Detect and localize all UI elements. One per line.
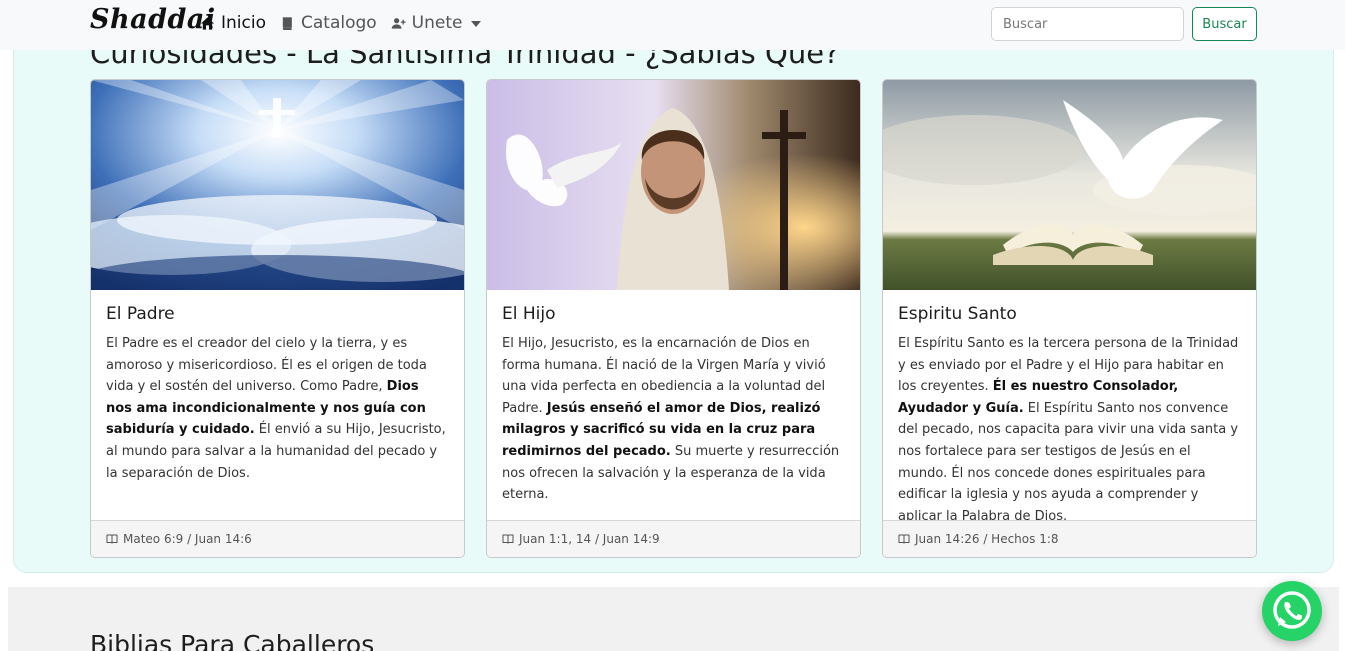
bible-reference: Mateo 6:9 / Juan 14:6 [123,532,252,546]
bibles-section-title: Biblias Para Caballeros [90,630,375,651]
card-body: El Hijo El Hijo, Jesucristo, es la encar… [502,304,845,506]
bible-reference: Juan 1:1, 14 / Juan 14:9 [519,532,660,546]
open-book-icon [106,534,118,544]
book-icon [282,16,292,30]
nav-link-label: Unete [411,13,463,33]
card-text: El Hijo, Jesucristo, es la encarnación d… [502,336,840,503]
open-book-icon [502,534,514,544]
whatsapp-icon [1273,591,1311,629]
card-espiritu-santo: Espiritu Santo El Espíritu Santo es la t… [882,79,1257,558]
user-plus-icon [391,17,406,29]
search-button[interactable]: Buscar [1192,7,1257,41]
open-book-icon [898,534,910,544]
chevron-down-icon [471,21,482,27]
heaven-clouds-image [91,80,464,290]
dove-open-bible-image [883,80,1256,290]
card-title: Espiritu Santo [898,304,1017,324]
search-input[interactable] [991,7,1184,41]
nav-link-label: Inicio [221,13,266,33]
card-text: El Padre es el creador del cielo y la ti… [106,336,446,481]
card-title: El Padre [106,304,175,324]
card-text: El Espíritu Santo es la tercera persona … [898,336,1239,524]
card-footer: Mateo 6:9 / Juan 14:6 [91,520,464,557]
brand-logo[interactable]: Shaddai [90,4,216,35]
navbar: Shaddai Inicio Catalogo Unete Buscar [0,0,1345,50]
jesus-dove-cross-image [487,80,860,290]
card-title: El Hijo [502,304,556,324]
card-body: Espiritu Santo El Espíritu Santo es la t… [898,304,1241,527]
nav-link-unete[interactable]: Unete [391,13,482,33]
card-el-hijo: El Hijo El Hijo, Jesucristo, es la encar… [486,79,861,558]
card-el-padre: El Padre El Padre es el creador del ciel… [90,79,465,558]
whatsapp-button[interactable] [1262,581,1322,641]
home-icon [200,16,215,30]
nav-link-catalogo[interactable]: Catalogo [280,13,377,33]
nav-link-inicio[interactable]: Inicio [200,13,266,33]
bible-reference: Juan 14:26 / Hechos 1:8 [915,532,1059,546]
nav-link-label: Catalogo [300,13,377,33]
card-footer: Juan 1:1, 14 / Juan 14:9 [487,520,860,557]
card-body: El Padre El Padre es el creador del ciel… [106,304,449,484]
nav-links: Inicio Catalogo Unete [200,13,482,33]
card-footer: Juan 14:26 / Hechos 1:8 [883,520,1256,557]
